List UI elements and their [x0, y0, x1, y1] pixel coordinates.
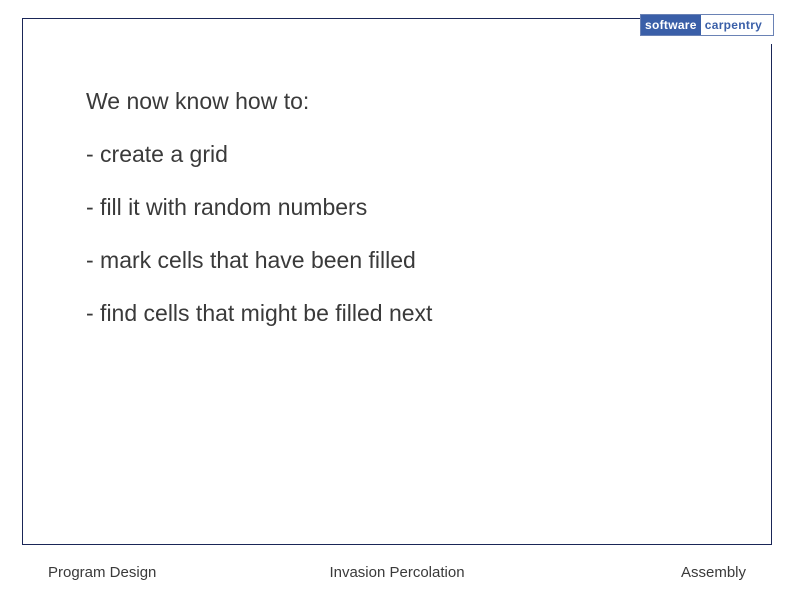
bullet-item: - mark cells that have been filled [86, 247, 734, 274]
bullet-item: - fill it with random numbers [86, 194, 734, 221]
logo-tagline [640, 36, 774, 38]
bullet-item: - find cells that might be filled next [86, 300, 734, 327]
slide-footer: Program Design Invasion Percolation Asse… [48, 564, 746, 581]
footer-left-label: Program Design [48, 564, 281, 581]
content-heading: We now know how to: [86, 88, 734, 115]
logo-word-software: software [641, 15, 701, 35]
footer-center-label: Invasion Percolation [281, 564, 514, 581]
logo-word-carpentry: carpentry [701, 15, 766, 35]
logo-badge: software carpentry [640, 14, 774, 44]
logo-top-row: software carpentry [640, 14, 774, 36]
slide-content: We now know how to: - create a grid - fi… [86, 88, 734, 353]
footer-right-label: Assembly [513, 564, 746, 581]
bullet-item: - create a grid [86, 141, 734, 168]
